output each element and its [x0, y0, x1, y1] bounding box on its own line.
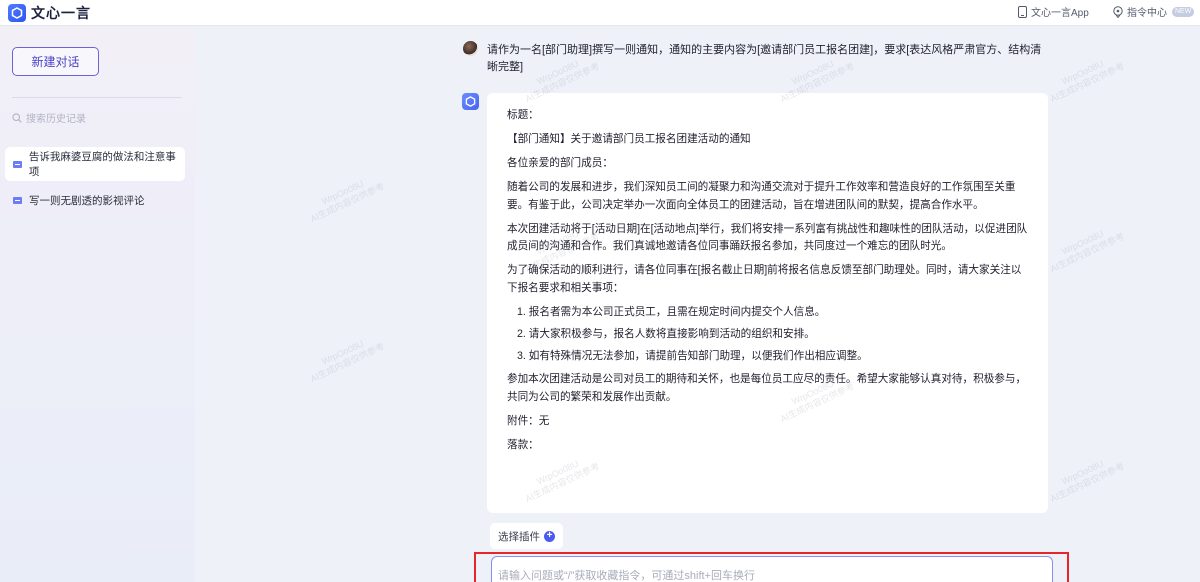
top-bar: 文心一言 文心一言App 指令中心 NEW [0, 0, 1200, 26]
prompt-input-box[interactable] [491, 556, 1053, 582]
input-highlight-frame [474, 552, 1069, 582]
answer-greeting: 各位亲爱的部门成员： [507, 157, 613, 169]
watermark: WrpOo08U AI生成内容仅供参考 [308, 178, 386, 225]
app-download-link[interactable]: 文心一言App [1018, 4, 1089, 19]
chat-bubble-icon [13, 160, 22, 168]
watermark: WrpOo08U AI生成内容仅供参考 [1048, 58, 1126, 105]
plugin-label: 选择插件 [498, 530, 540, 543]
answer-heading-label: 标题： [507, 109, 539, 121]
search-history-placeholder: 搜索历史记录 [26, 114, 86, 125]
chat-main: 请作为一名[部门助理]撰写一则通知，通知的主要内容为[邀请部门员工报名团建]，要… [195, 27, 1200, 582]
search-icon [12, 112, 22, 123]
answer-paragraph: 参加本次团建活动是公司对员工的期待和关怀，也是每位员工应尽的责任。希望大家能够认… [507, 373, 1027, 403]
history-search[interactable]: 搜索历史记录 [12, 110, 86, 125]
answer-attachment: 附件：无 [507, 414, 550, 427]
answer-paragraph: 随着公司的发展和进步，我们深知员工间的凝聚力和沟通交流对于提升工作效率和营造良好… [507, 181, 1016, 211]
history-item-mapo-tofu[interactable]: 告诉我麻婆豆腐的做法和注意事项 [5, 147, 185, 181]
list-item: 2. 请大家积极参与，报名人数将直接影响到活动的组织和安排。 [517, 327, 815, 340]
prompt-input[interactable] [492, 557, 1052, 582]
app-link-label: 文心一言App [1031, 8, 1089, 19]
history-item-label: 告诉我麻婆豆腐的做法和注意事项 [28, 151, 176, 178]
watermark: WrpOo08U AI生成内容仅供参考 [1048, 458, 1126, 505]
user-avatar [463, 41, 478, 56]
user-message: 请作为一名[部门助理]撰写一则通知，通知的主要内容为[邀请部门员工报名团建]，要… [487, 44, 1042, 73]
list-item: 3. 如有特殊情况无法参加，请提前告知部门助理，以便我们作出相应调整。 [517, 349, 868, 362]
sidebar: 新建对话 搜索历史记录 告诉我麻婆豆腐的做法和注意事项 写一则无剧透的影视评论 [0, 27, 195, 582]
list-item: 1. 报名者需为本公司正式员工，且需在规定时间内提交个人信息。 [517, 305, 826, 318]
assistant-answer: 标题： 【部门通知】关于邀请部门员工报名团建活动的通知 各位亲爱的部门成员： 随… [487, 93, 1048, 513]
select-plugin-button[interactable]: 选择插件 + [490, 523, 563, 549]
watermark: WrpOo08U AI生成内容仅供参考 [1048, 228, 1126, 275]
answer-paragraph: 为了确保活动的顺利进行，请各位同事在[报名截止日期]前将报名信息反馈至部门助理处… [507, 264, 1022, 294]
answer-notice-title: 【部门通知】关于邀请部门员工报名团建活动的通知 [507, 133, 751, 145]
chat-bubble-icon [13, 196, 22, 204]
plus-icon: + [544, 530, 555, 542]
location-pin-icon [1113, 5, 1123, 18]
answer-signature: 落款： [507, 438, 539, 451]
requirements-list: 1. 报名者需为本公司正式员工，且需在规定时间内提交个人信息。 2. 请大家积极… [507, 304, 1030, 366]
wenxin-logo-icon [8, 4, 26, 22]
sidebar-divider [12, 97, 182, 98]
bot-avatar-icon [462, 93, 479, 110]
scrollbar[interactable] [1192, 27, 1200, 582]
logo[interactable]: 文心一言 [8, 3, 91, 23]
answer-paragraph: 本次团建活动将于[活动日期]在[活动地点]举行，我们将安排一系列富有挑战性和趣味… [507, 222, 1028, 253]
command-center-link[interactable]: 指令中心 NEW [1112, 4, 1195, 19]
watermark: WrpOo08U AI生成内容仅供参考 [308, 338, 386, 385]
new-chat-button[interactable]: 新建对话 [12, 47, 99, 76]
phone-icon [1018, 5, 1027, 18]
app-name: 文心一言 [31, 5, 91, 21]
history-item-film-review[interactable]: 写一则无剧透的影视评论 [5, 183, 185, 217]
history-item-label: 写一则无剧透的影视评论 [29, 194, 145, 207]
new-badge: NEW [1172, 6, 1195, 17]
command-center-label: 指令中心 [1127, 8, 1167, 19]
